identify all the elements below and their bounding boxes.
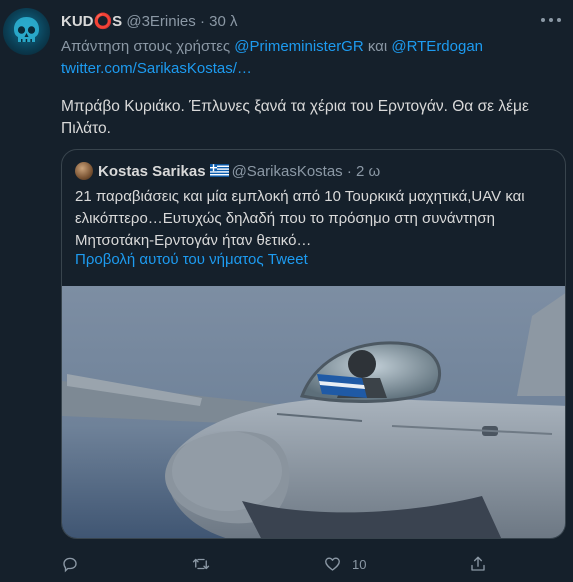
replying-to: Απάντηση στους χρήστες @PrimeministerGR … bbox=[61, 36, 561, 80]
separator-dot: · bbox=[199, 13, 205, 30]
fighter-jet-photo[interactable] bbox=[62, 286, 566, 539]
reply-icon bbox=[63, 557, 77, 573]
greek-flag-icon bbox=[209, 164, 229, 177]
quoted-tweet[interactable]: Kostas Sarikas @SarikasKostas · 2 ω 21 π… bbox=[61, 149, 566, 539]
author-name[interactable]: KUD⭕S bbox=[61, 13, 122, 30]
retweet-icon bbox=[192, 558, 210, 570]
reply-and: και bbox=[367, 38, 388, 55]
tweet-header: KUD⭕S @3Erinies · 30 λ bbox=[61, 12, 533, 32]
mention-primeminister[interactable]: @PrimeministerGR bbox=[234, 38, 363, 55]
quoted-author-name: Kostas Sarikas bbox=[98, 163, 206, 180]
mention-rterdogan[interactable]: @RTErdogan bbox=[391, 38, 483, 55]
quoted-header: Kostas Sarikas @SarikasKostas · 2 ω bbox=[75, 162, 380, 182]
share-button[interactable] bbox=[469, 553, 487, 575]
like-count: 10 bbox=[352, 556, 367, 572]
tweet-text: Μπράβο Κυριάκο. Έπλυνες ξανά τα χέρια το… bbox=[61, 98, 529, 137]
quoted-text: 21 παραβιάσεις και μία εμπλοκή από 10 Το… bbox=[75, 188, 525, 249]
action-bar: 10 bbox=[61, 553, 501, 575]
retweet-button[interactable] bbox=[191, 553, 211, 575]
heart-icon bbox=[325, 557, 340, 571]
reply-prefix: Απάντηση στους χρήστες bbox=[61, 38, 231, 55]
author-handle[interactable]: @3Erinies bbox=[126, 13, 195, 30]
like-button[interactable]: 10 bbox=[323, 553, 366, 575]
quoted-timestamp: 2 ω bbox=[356, 163, 381, 180]
quoted-author-handle: @SarikasKostas bbox=[231, 163, 343, 180]
quoted-avatar bbox=[75, 162, 93, 180]
reply-context-link[interactable]: twitter.com/SarikasKostas/… bbox=[61, 60, 252, 77]
tweet-timestamp[interactable]: 30 λ bbox=[209, 13, 237, 30]
reply-button[interactable] bbox=[61, 553, 79, 575]
show-thread-link[interactable]: Προβολή αυτού του νήματος Tweet bbox=[75, 250, 308, 270]
skull-avatar-icon bbox=[14, 17, 39, 42]
share-icon bbox=[471, 556, 485, 571]
more-options-icon[interactable] bbox=[541, 14, 561, 26]
quoted-separator-dot: · bbox=[346, 163, 352, 180]
avatar[interactable] bbox=[3, 8, 50, 55]
